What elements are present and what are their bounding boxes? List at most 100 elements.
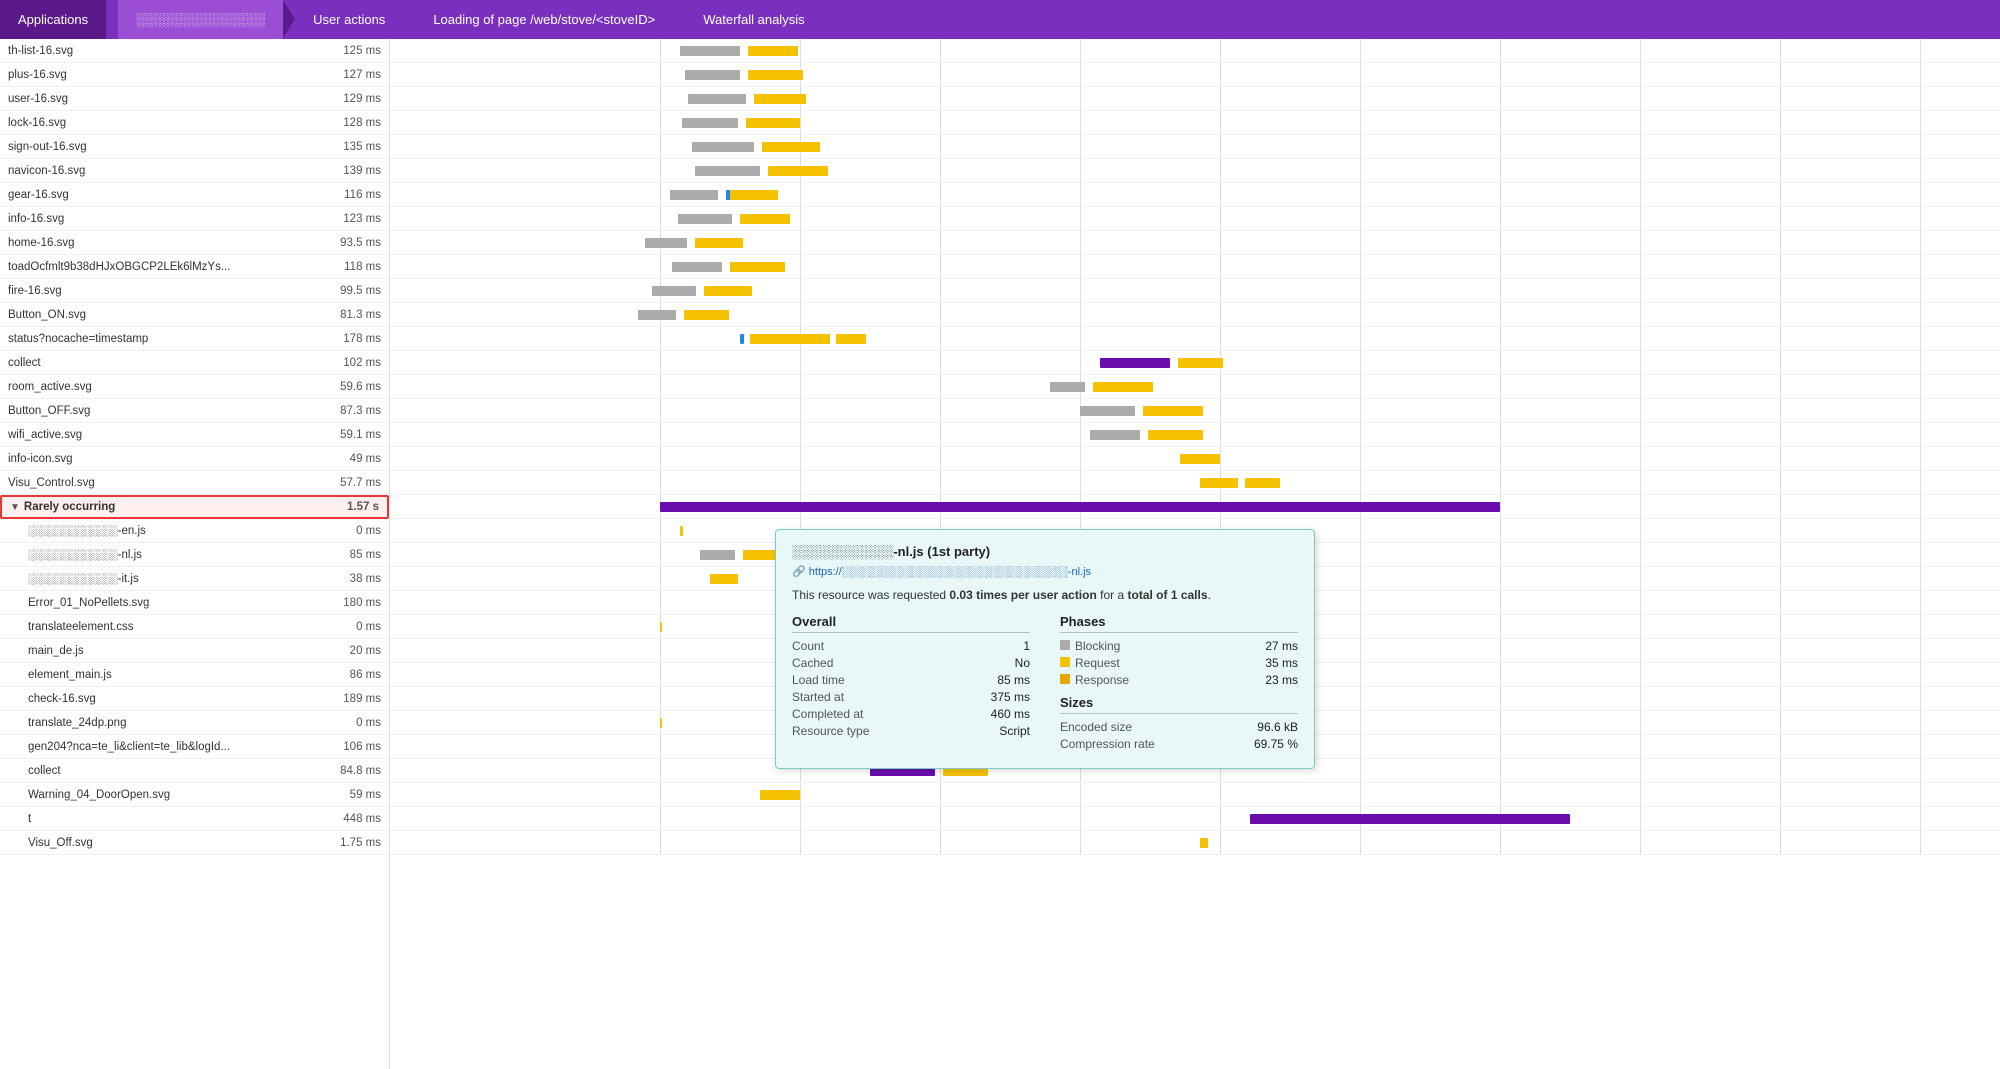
waterfall-row xyxy=(390,807,2000,831)
grid-line xyxy=(1780,687,1781,710)
grid-line xyxy=(1920,423,1921,446)
row-value: Script xyxy=(999,724,1030,738)
nav-applications[interactable]: Applications xyxy=(0,0,106,39)
grid-line xyxy=(1080,471,1081,494)
resource-row[interactable]: plus-16.svg127 ms xyxy=(0,63,389,87)
grid-line xyxy=(1920,759,1921,782)
grid-line xyxy=(1220,327,1221,350)
grid-line xyxy=(800,207,801,230)
resource-row[interactable]: check-16.svg189 ms xyxy=(0,687,389,711)
resource-row[interactable]: ░░░░░░░░░░░-it.js38 ms xyxy=(0,567,389,591)
grid-line xyxy=(1220,183,1221,206)
resource-name-label: translate_24dp.png xyxy=(28,717,321,729)
resource-row[interactable]: t448 ms xyxy=(0,807,389,831)
grid-line xyxy=(1640,159,1641,182)
resource-row[interactable]: Warning_04_DoorOpen.svg59 ms xyxy=(0,783,389,807)
resource-row[interactable]: main_de.js20 ms xyxy=(0,639,389,663)
grid-line xyxy=(1500,303,1501,326)
resource-row[interactable]: Button_OFF.svg87.3 ms xyxy=(0,399,389,423)
tooltip-url[interactable]: 🔗 https://░░░░░░░░░░░░░░░░░░░░░░░░░░░░░-… xyxy=(792,565,1298,578)
resource-row[interactable]: ░░░░░░░░░░░-en.js0 ms xyxy=(0,519,389,543)
resource-row[interactable]: info-16.svg123 ms xyxy=(0,207,389,231)
resource-row[interactable]: th-list-16.svg125 ms xyxy=(0,39,389,63)
grid-line xyxy=(1360,543,1361,566)
resource-row[interactable]: Error_01_NoPellets.svg180 ms xyxy=(0,591,389,615)
resource-row[interactable]: home-16.svg93.5 ms xyxy=(0,231,389,255)
resource-row[interactable]: fire-16.svg99.5 ms xyxy=(0,279,389,303)
tooltip-overall-col: Overall Count1CachedNoLoad time85 msStar… xyxy=(792,614,1030,754)
resource-row[interactable]: ░░░░░░░░░░░-nl.js85 ms xyxy=(0,543,389,567)
resource-row[interactable]: toadOcfmlt9b38dHJxOBGCP2LEk6lMzYs...118 … xyxy=(0,255,389,279)
grid-line xyxy=(660,87,661,110)
tooltip-url-link[interactable]: https://░░░░░░░░░░░░░░░░░░░░░░░░░░░░░-nl… xyxy=(809,566,1091,578)
waterfall-row xyxy=(390,303,2000,327)
resource-name-label: Button_ON.svg xyxy=(8,309,321,321)
grid-line xyxy=(1220,255,1221,278)
resource-row[interactable]: translate_24dp.png0 ms xyxy=(0,711,389,735)
resource-row[interactable]: Button_ON.svg81.3 ms xyxy=(0,303,389,327)
nav-waterfall[interactable]: Waterfall analysis xyxy=(685,0,822,39)
resource-row[interactable]: info-icon.svg49 ms xyxy=(0,447,389,471)
grid-line xyxy=(1640,279,1641,302)
grid-line xyxy=(660,135,661,158)
resource-name-label: main_de.js xyxy=(28,645,321,657)
resource-row[interactable]: translateelement.css0 ms xyxy=(0,615,389,639)
resource-name-label: Warning_04_DoorOpen.svg xyxy=(28,789,321,801)
resource-row[interactable]: room_active.svg59.6 ms xyxy=(0,375,389,399)
waterfall-bar xyxy=(1180,454,1220,464)
grid-line xyxy=(1500,423,1501,446)
resource-row[interactable]: gen204?nca=te_li&client=te_lib&logId...1… xyxy=(0,735,389,759)
phase-dot-icon xyxy=(1060,640,1070,650)
grid-line xyxy=(1920,711,1921,734)
resource-row[interactable]: collect102 ms xyxy=(0,351,389,375)
grid-line xyxy=(1500,615,1501,638)
grid-line xyxy=(1640,399,1641,422)
grid-line xyxy=(1500,495,1501,518)
nav-loading-page-label: Loading of page /web/stove/<stoveID> xyxy=(433,12,655,27)
grid-line xyxy=(1780,303,1781,326)
resource-row[interactable]: ▼Rarely occurring1.57 s xyxy=(0,495,389,519)
nav-user-actions[interactable]: User actions xyxy=(295,0,403,39)
nav-loading-page[interactable]: Loading of page /web/stove/<stoveID> xyxy=(415,0,673,39)
resource-name-label: user-16.svg xyxy=(8,93,321,105)
grid-line xyxy=(940,39,941,62)
resource-row[interactable]: element_main.js86 ms xyxy=(0,663,389,687)
grid-line xyxy=(940,207,941,230)
grid-line xyxy=(1220,207,1221,230)
grid-line xyxy=(1500,735,1501,758)
grid-line xyxy=(1080,159,1081,182)
grid-line xyxy=(1500,327,1501,350)
grid-line xyxy=(1220,87,1221,110)
grid-line xyxy=(940,255,941,278)
resource-row[interactable]: navicon-16.svg139 ms xyxy=(0,159,389,183)
waterfall-bar xyxy=(726,190,730,200)
nav-item-2[interactable]: ░░░░░░░░░░░░░░ xyxy=(118,0,283,39)
resource-row[interactable]: lock-16.svg128 ms xyxy=(0,111,389,135)
waterfall-panel[interactable]: ░░░░░░░░░░░-nl.js (1st party) 🔗 https://… xyxy=(390,39,2000,1069)
grid-line xyxy=(1360,687,1361,710)
waterfall-row xyxy=(390,255,2000,279)
grid-line xyxy=(1080,63,1081,86)
resource-row[interactable]: user-16.svg129 ms xyxy=(0,87,389,111)
grid-line xyxy=(940,87,941,110)
resource-row[interactable]: Visu_Control.svg57.7 ms xyxy=(0,471,389,495)
resource-row[interactable]: status?nocache=timestamp178 ms xyxy=(0,327,389,351)
resource-row[interactable]: sign-out-16.svg135 ms xyxy=(0,135,389,159)
grid-line xyxy=(1360,591,1361,614)
grid-line xyxy=(1500,63,1501,86)
resource-row[interactable]: gear-16.svg116 ms xyxy=(0,183,389,207)
resource-row[interactable]: Visu_Off.svg1.75 ms xyxy=(0,831,389,855)
waterfall-bar xyxy=(760,790,800,800)
resource-row[interactable]: wifi_active.svg59.1 ms xyxy=(0,423,389,447)
grid-line xyxy=(800,351,801,374)
waterfall-bar xyxy=(680,46,740,56)
grid-line xyxy=(1640,567,1641,590)
grid-line xyxy=(1640,351,1641,374)
tooltip-phases-sizes-col: Phases Blocking27 msRequest35 msResponse… xyxy=(1060,614,1298,754)
grid-line xyxy=(1220,807,1221,830)
waterfall-bar xyxy=(748,46,798,56)
grid-line xyxy=(800,471,801,494)
grid-line xyxy=(800,399,801,422)
grid-line xyxy=(1920,567,1921,590)
resource-row[interactable]: collect84.8 ms xyxy=(0,759,389,783)
